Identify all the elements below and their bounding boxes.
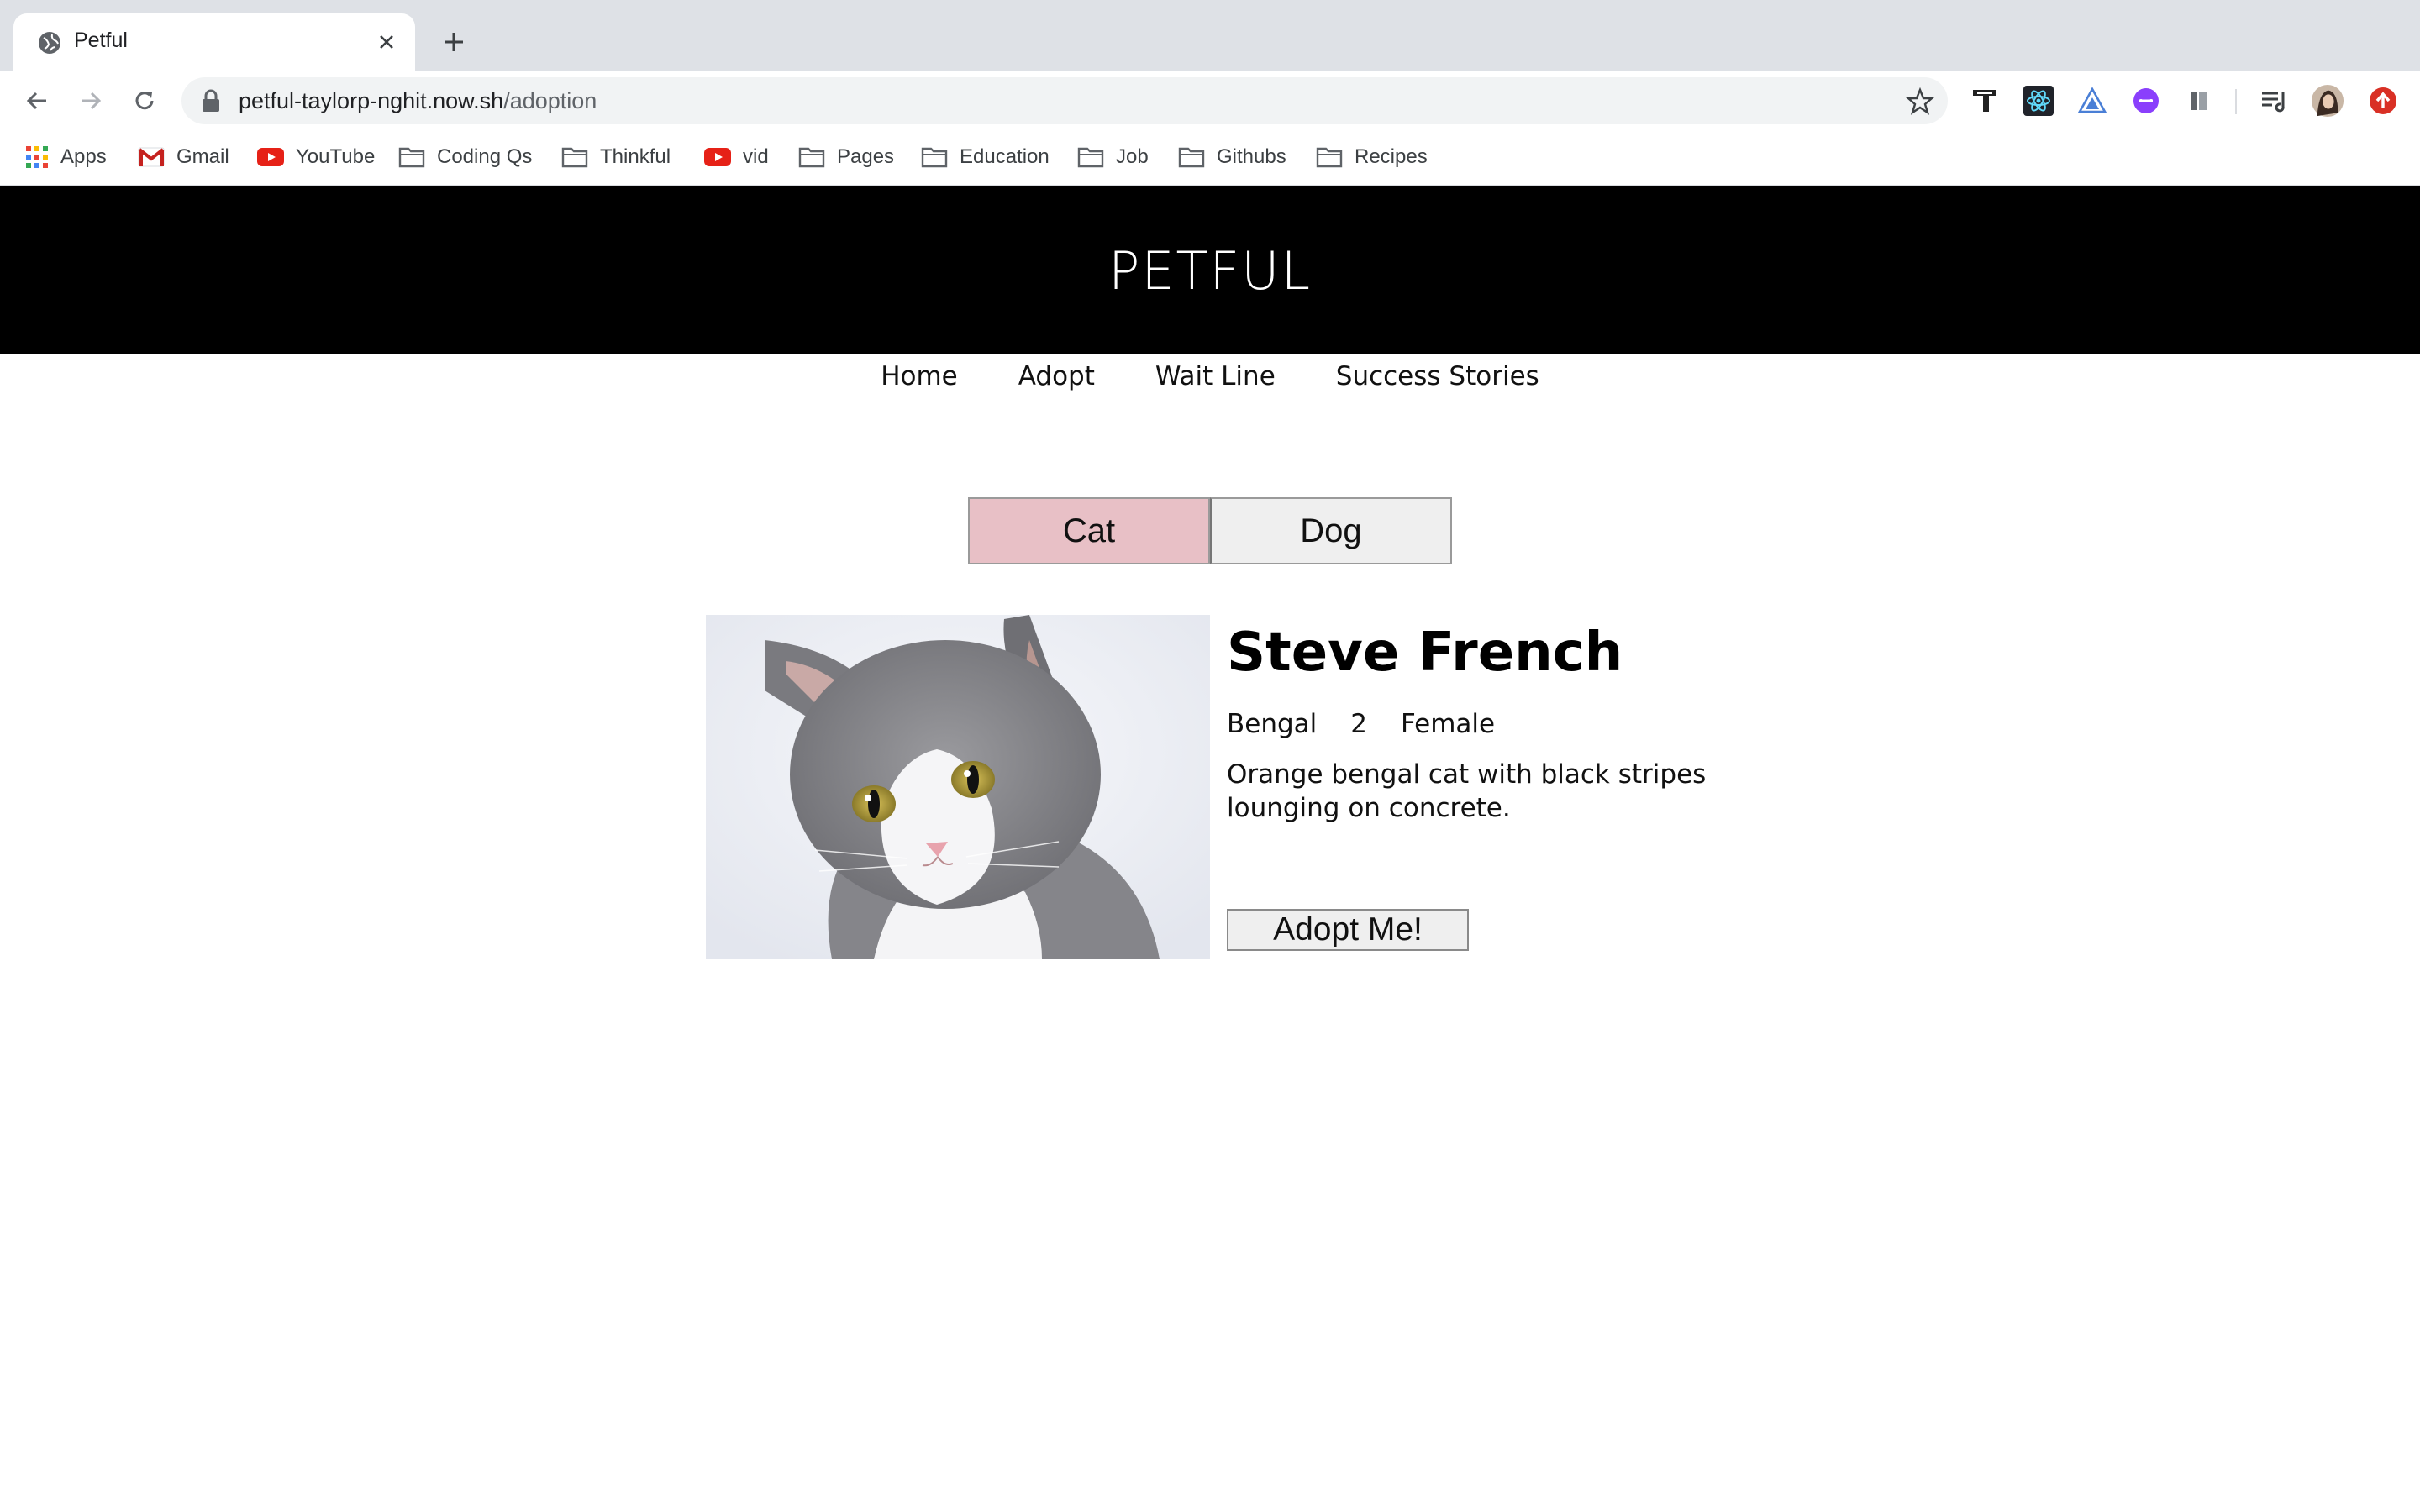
pet-name: Steve French: [1227, 622, 1623, 684]
bookmark-coding-qs[interactable]: Coding Qs: [398, 143, 532, 171]
pet-breed: Bengal: [1227, 709, 1318, 739]
adopt-me-button[interactable]: Adopt Me!: [1227, 909, 1469, 951]
bookmark-pages[interactable]: Pages: [798, 143, 894, 171]
gmail-icon: [138, 147, 165, 167]
back-arrow-icon[interactable]: [18, 82, 55, 119]
nav-link-adopt[interactable]: Adopt: [1018, 361, 1095, 402]
youtube-icon: [704, 148, 731, 166]
react-devtools-icon[interactable]: [2022, 84, 2055, 118]
pet-age: 2: [1350, 709, 1368, 739]
pet-sex: Female: [1401, 709, 1496, 739]
pet-type-toggle: Cat Dog: [968, 497, 1452, 564]
folder-icon: [1077, 147, 1104, 168]
folder-icon: [1178, 147, 1205, 168]
address-bar[interactable]: petful-taylorp-nghit.now.sh/adoption: [182, 77, 1948, 124]
bookmark-label: Gmail: [176, 145, 229, 168]
folder-icon: [561, 147, 588, 168]
triangle-extension-icon[interactable]: [2075, 84, 2109, 118]
toolbar-divider: [2235, 89, 2237, 114]
lock-icon: [203, 89, 219, 112]
bookmark-vid[interactable]: vid: [704, 143, 769, 171]
dog-toggle-button[interactable]: Dog: [1210, 497, 1452, 564]
bookmark-recipes[interactable]: Recipes: [1316, 143, 1428, 171]
bookmark-star-icon[interactable]: [1906, 87, 1934, 116]
bookmark-label: Recipes: [1355, 145, 1428, 168]
browser-toolbar: petful-taylorp-nghit.now.sh/adoption: [0, 71, 2420, 131]
update-icon[interactable]: [2366, 84, 2400, 118]
close-tab-icon[interactable]: [373, 29, 400, 55]
typora-icon[interactable]: [1968, 84, 2002, 118]
folder-icon: [798, 147, 825, 168]
tab-title: Petful: [74, 29, 128, 52]
bookmark-label: vid: [743, 145, 769, 168]
bookmark-label: Pages: [837, 145, 895, 168]
cat-toggle-button[interactable]: Cat: [968, 497, 1210, 564]
bookmark-youtube[interactable]: YouTube: [257, 143, 375, 171]
bookmark-label: Job: [1116, 145, 1149, 168]
url-text: petful-taylorp-nghit.now.sh/adoption: [239, 88, 597, 114]
bookmark-extension-icon[interactable]: [2183, 84, 2217, 118]
bookmark-label: Education: [960, 145, 1050, 168]
reload-icon[interactable]: [126, 82, 163, 119]
url-path: /adoption: [503, 88, 597, 113]
browser-tab-strip: Petful: [0, 0, 2420, 71]
apps-grid-icon: [26, 146, 48, 168]
globe-icon: [39, 32, 60, 54]
nav-link-success-stories[interactable]: Success Stories: [1336, 361, 1539, 402]
bookmark-label: Githubs: [1217, 145, 1286, 168]
bookmark-education[interactable]: Education: [921, 143, 1050, 171]
site-nav: Home Adopt Wait Line Success Stories: [0, 361, 2420, 402]
bookmark-label: Thinkful: [600, 145, 671, 168]
folder-icon: [1316, 147, 1343, 168]
bookmark-label: YouTube: [296, 145, 376, 168]
pet-description: Orange bengal cat with black stripes lou…: [1227, 759, 1707, 823]
folder-icon: [921, 147, 948, 168]
bookmark-thinkful[interactable]: Thinkful: [561, 143, 671, 171]
profile-avatar[interactable]: [2311, 84, 2344, 118]
bookmark-job[interactable]: Job: [1077, 143, 1149, 171]
pet-photo: [706, 615, 1210, 959]
browser-tab-petful[interactable]: Petful: [13, 13, 415, 71]
bookmarks-bar: Apps Gmail YouTube Coding Qs Thinkful vi…: [0, 131, 2420, 186]
url-host: petful-taylorp-nghit.now.sh: [239, 88, 504, 113]
pet-details: Bengal 2 Female: [1227, 709, 1495, 739]
bookmark-apps[interactable]: Apps: [25, 143, 107, 171]
purple-extension-icon[interactable]: [2129, 84, 2163, 118]
youtube-icon: [257, 148, 284, 166]
new-tab-plus-icon[interactable]: [437, 25, 471, 59]
nav-link-wait-line[interactable]: Wait Line: [1155, 361, 1276, 402]
bookmark-gmail[interactable]: Gmail: [138, 143, 229, 171]
nav-link-home[interactable]: Home: [881, 361, 958, 402]
folder-icon: [398, 147, 425, 168]
reading-list-icon[interactable]: [2257, 84, 2291, 118]
bookmark-label: Apps: [60, 145, 107, 168]
bookmark-label: Coding Qs: [437, 145, 533, 168]
site-header: PETFUL: [0, 186, 2420, 354]
site-title: PETFUL: [1107, 239, 1313, 302]
bookmark-githubs[interactable]: Githubs: [1178, 143, 1286, 171]
forward-arrow-icon[interactable]: [72, 82, 109, 119]
